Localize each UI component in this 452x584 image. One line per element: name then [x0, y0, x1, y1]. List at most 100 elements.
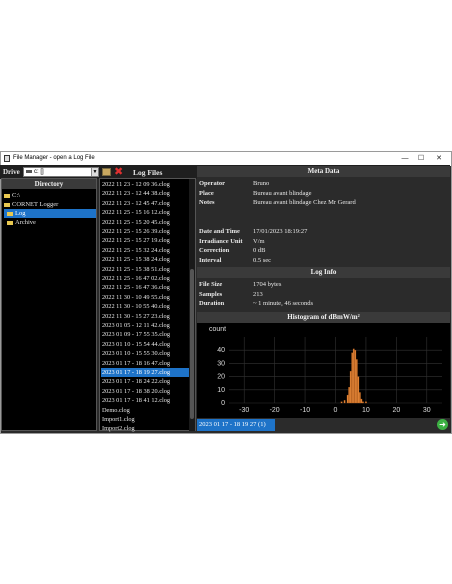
meta-data-header: Meta Data [197, 166, 450, 177]
directory-header: Directory [2, 179, 96, 189]
meta-key: Correction [199, 247, 230, 254]
file-list-item[interactable]: 2022 11 30 - 15 27 23.clog [101, 312, 189, 321]
histogram-bar [348, 387, 351, 404]
file-list-item[interactable]: 2022 11 23 - 12 09 36.clog [101, 180, 189, 189]
app-icon [4, 155, 10, 162]
tree-label: Log [15, 210, 26, 217]
meta-key: File Size [199, 281, 223, 288]
minimize-button[interactable]: — [398, 154, 412, 164]
chevron-down-icon[interactable]: ▼ [91, 168, 98, 176]
histogram-header: Histogram of dBmW/m² [197, 312, 450, 323]
y-tick-label: 10 [217, 387, 225, 394]
tree-item-log[interactable]: Log [4, 209, 96, 218]
histogram-bar [357, 376, 360, 404]
file-list-item[interactable]: 2023 01 05 - 12 11 42.clog [101, 321, 189, 330]
open-arrow-button[interactable]: ➜ [437, 419, 448, 430]
file-list-item[interactable]: 2023 01 10 - 15 54 44.clog [101, 340, 189, 349]
drive-icon [26, 169, 32, 173]
histogram-background [197, 323, 450, 418]
file-list-item[interactable]: 2023 01 17 - 18 24 22.clog [101, 377, 189, 386]
meta-value: 0 dB [253, 247, 266, 254]
meta-value: 1704 bytes [253, 281, 282, 288]
log-info-header: Log Info [197, 267, 450, 278]
window-title: File Manager - open a Log File [13, 155, 95, 161]
selected-file-status: 2023 01 17 - 18 19 27 (1) [197, 419, 275, 431]
scrollbar-thumb[interactable] [190, 269, 194, 419]
file-list-item[interactable]: 2022 11 30 - 10 55 40.clog [101, 302, 189, 311]
y-axis-label: count [209, 326, 226, 333]
histogram-bar [359, 392, 361, 404]
meta-value: V/m [253, 238, 265, 245]
x-tick-label: 20 [392, 407, 400, 414]
meta-value: Bruno [253, 180, 270, 187]
folder-icon [4, 193, 10, 198]
maximize-button[interactable]: ☐ [414, 154, 428, 164]
y-tick-label: 40 [217, 347, 225, 354]
drive-select[interactable]: c: [] ▼ [23, 167, 99, 177]
drive-value: c: [] [34, 169, 44, 175]
meta-key: Samples [199, 291, 223, 298]
meta-value: ~ 1 minute, 46 seconds [253, 300, 314, 307]
y-tick-label: 20 [217, 374, 225, 381]
meta-correction: Correction 0 dB [199, 247, 265, 254]
y-tick-label: 30 [217, 360, 225, 367]
print-icon[interactable] [102, 168, 111, 176]
histogram-bar [365, 401, 367, 404]
meta-value: Bureau avant blindage [253, 190, 312, 197]
y-tick-label: 0 [221, 400, 225, 407]
meta-interval: Interval 0.5 sec [199, 257, 271, 264]
file-list-item[interactable]: 2023 01 10 - 15 55 30.clog [101, 349, 189, 358]
histogram-bar [346, 394, 349, 404]
log-duration: Duration ~ 1 minute, 46 seconds [199, 300, 313, 307]
file-list-item[interactable]: 2022 11 25 - 15 32 24.clog [101, 246, 189, 255]
file-list-item[interactable]: 2022 11 23 - 12 45 47.clog [101, 199, 189, 208]
file-list-item[interactable]: 2022 11 25 - 15 27 19.clog [101, 236, 189, 245]
file-list-item[interactable]: 2022 11 25 - 15 16 12.clog [101, 208, 189, 217]
x-tick-label: 0 [334, 407, 338, 414]
tree-label: Archive [15, 219, 36, 226]
file-list-item[interactable]: 2023 01 17 - 18 19 27.clog [101, 368, 189, 378]
close-button[interactable]: ✕ [432, 154, 446, 164]
tree-item-c-drive[interactable]: C:\ [4, 191, 20, 200]
meta-unit: Irradiance Unit V/m [199, 238, 265, 245]
histogram-bar [362, 401, 364, 404]
meta-key: Irradiance Unit [199, 238, 243, 245]
histogram-bar [355, 359, 358, 404]
meta-notes: Notes Bureau avant blindage Chez Mr Gerar… [199, 199, 356, 206]
file-list-item[interactable]: 2022 11 25 - 16 47 36.clog [101, 283, 189, 292]
file-list-item[interactable]: 2022 11 23 - 12 44 38.clog [101, 189, 189, 198]
meta-value: 213 [253, 291, 263, 298]
meta-value: 0.5 sec [253, 257, 272, 264]
delete-icon[interactable]: ✖ [114, 165, 123, 178]
file-list-item[interactable]: Import2.clog [101, 424, 189, 433]
file-list-item[interactable]: 2023 01 09 - 17 55 35.clog [101, 330, 189, 339]
file-list-item[interactable]: 2022 11 25 - 16 47 02.clog [101, 274, 189, 283]
x-tick-label: -20 [270, 407, 280, 414]
tree-item-cornet-logger[interactable]: CORNET Logger [4, 200, 58, 209]
drive-label: Drive [3, 168, 20, 176]
file-list-item[interactable]: 2023 01 17 - 18 38 20.clog [101, 387, 189, 396]
x-tick-label: -30 [239, 407, 249, 414]
meta-place: Place Bureau avant blindage [199, 190, 311, 197]
tree-label: CORNET Logger [12, 201, 59, 208]
file-list-item[interactable]: 2022 11 25 - 15 26 39.clog [101, 227, 189, 236]
meta-key: Date and Time [199, 228, 240, 235]
file-list-item[interactable]: 2022 11 25 - 15 38 51.clog [101, 265, 189, 274]
histogram-bar [360, 398, 363, 404]
histogram-bar [352, 348, 355, 404]
file-list-item[interactable]: 2023 01 17 - 18 16 47.clog [101, 359, 189, 368]
meta-key: Interval [199, 257, 222, 264]
meta-key: Operator [199, 180, 225, 187]
file-list-item[interactable]: 2022 11 30 - 10 49 55.clog [101, 293, 189, 302]
meta-key: Place [199, 190, 214, 197]
histogram-bar [354, 350, 357, 404]
file-list-scrollbar[interactable] [189, 179, 195, 431]
file-list-item[interactable]: 2022 11 25 - 15 38 24.clog [101, 255, 189, 264]
folder-icon [7, 211, 13, 216]
file-list-item[interactable]: Import1.clog [101, 415, 189, 424]
file-list-item[interactable]: Demo.clog [101, 406, 189, 415]
file-list-item[interactable]: 2022 11 25 - 15 20 45.clog [101, 218, 189, 227]
tree-item-archive[interactable]: Archive [7, 218, 36, 227]
x-tick-label: 30 [423, 407, 431, 414]
file-list-item[interactable]: 2023 01 17 - 18 41 12.clog [101, 396, 189, 405]
